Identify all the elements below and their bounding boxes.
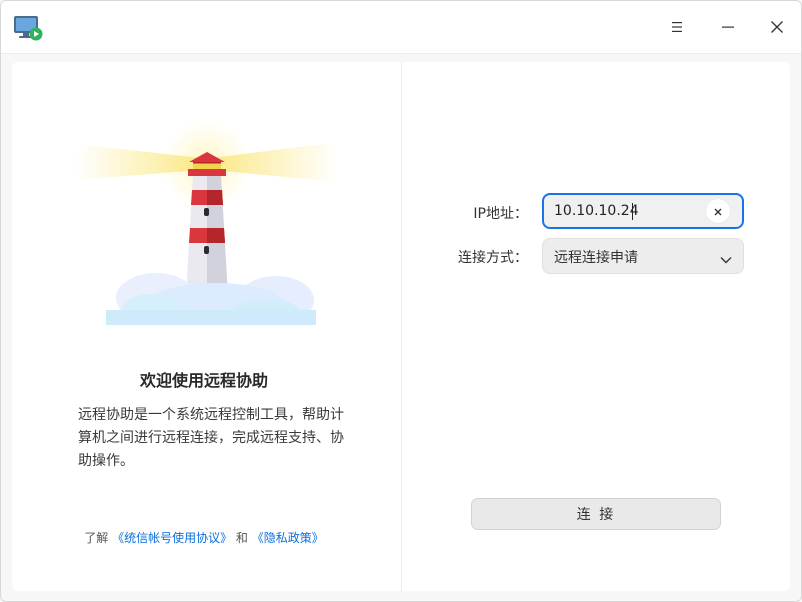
clear-icon <box>713 202 723 221</box>
connection-mode-select[interactable]: 远程连接申请 <box>542 238 744 274</box>
clear-input-button[interactable] <box>706 199 730 223</box>
minimize-button[interactable] <box>712 11 744 43</box>
connection-mode-label: 连接方式： <box>458 250 528 266</box>
connect-button[interactable]: 连 接 <box>471 498 721 530</box>
remote-desktop-icon <box>13 14 43 42</box>
chevron-down-icon <box>720 250 732 269</box>
app-window: 欢迎使用远程协助 远程协助是一个系统远程控制工具，帮助计算机之间进行远程连接，完… <box>0 0 802 602</box>
welcome-description: 远程协助是一个系统远程控制工具，帮助计算机之间进行远程连接，完成远程支持、协助操… <box>78 407 344 469</box>
agreement-prefix: 了解 <box>84 531 109 545</box>
account-agreement-link[interactable]: 《统信帐号使用协议》 <box>112 531 232 545</box>
welcome-title: 欢迎使用远程协助 <box>139 371 268 390</box>
close-icon <box>770 20 784 34</box>
connection-mode-value: 远程连接申请 <box>554 250 638 266</box>
agreement-notice: 了解 《统信帐号使用协议》 和 《隐私政策》 <box>12 529 396 546</box>
welcome-panel: 欢迎使用远程协助 远程协助是一个系统远程控制工具，帮助计算机之间进行远程连接，完… <box>12 62 401 591</box>
connection-panel: IP地址： 连接方式： 远程连接申请 <box>402 62 790 591</box>
ip-address-label: IP地址： <box>473 206 528 222</box>
minimize-icon <box>721 20 735 34</box>
menu-icon <box>670 20 684 34</box>
agreement-conjunction: 和 <box>235 531 248 545</box>
titlebar <box>1 1 801 54</box>
ip-address-input[interactable] <box>554 195 704 227</box>
text-caret <box>632 203 633 220</box>
main-content: 欢迎使用远程协助 远程协助是一个系统远程控制工具，帮助计算机之间进行远程连接，完… <box>12 62 790 591</box>
menu-button[interactable] <box>661 11 693 43</box>
lighthouse-illustration <box>76 120 338 325</box>
ip-address-field[interactable] <box>542 193 744 229</box>
close-button[interactable] <box>761 11 793 43</box>
privacy-policy-link[interactable]: 《隐私政策》 <box>252 531 324 545</box>
